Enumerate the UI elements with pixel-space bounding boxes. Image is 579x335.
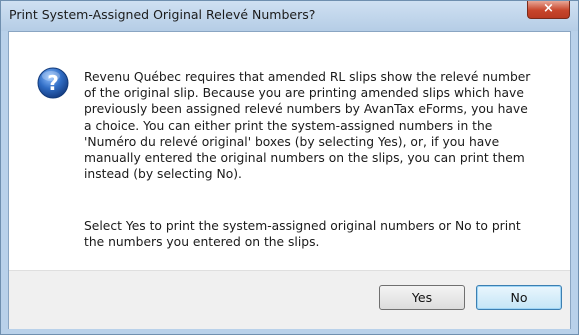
message-paragraph-1: Revenu Québec requires that amended RL s…	[84, 70, 531, 182]
message-paragraph-2: Select Yes to print the system-assigned …	[84, 219, 521, 250]
title-bar[interactable]: Print System-Assigned Original Relevé Nu…	[1, 1, 578, 31]
window-title: Print System-Assigned Original Relevé Nu…	[9, 7, 316, 22]
svg-text:?: ?	[47, 71, 59, 95]
dialog-window: Print System-Assigned Original Relevé Nu…	[0, 0, 579, 335]
question-icon: ?	[37, 67, 69, 99]
button-bar: Yes No	[9, 270, 570, 329]
no-button[interactable]: No	[476, 285, 562, 310]
dialog-content: ? Revenu Québec requires that amended RL…	[8, 31, 571, 329]
close-button[interactable]: ×	[527, 1, 570, 19]
yes-button[interactable]: Yes	[379, 285, 465, 310]
close-icon: ×	[543, 1, 554, 16]
